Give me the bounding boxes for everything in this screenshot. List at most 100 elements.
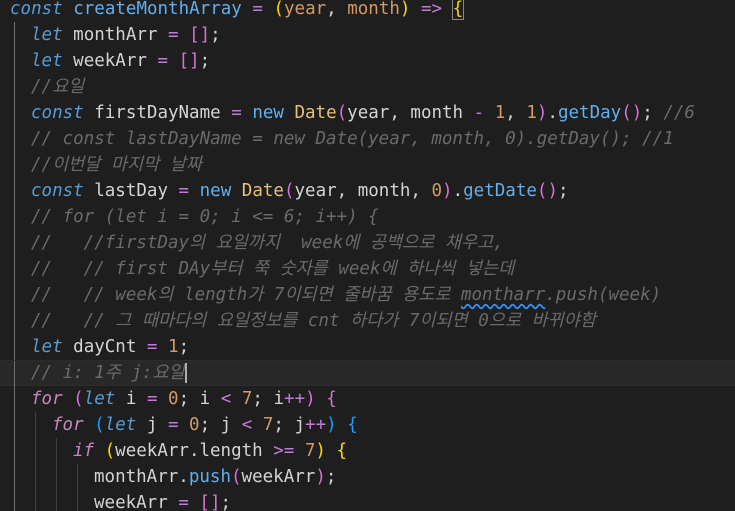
- code-token: (: [336, 103, 348, 123]
- indent-guide: [14, 308, 15, 334]
- code-token: i: [273, 389, 285, 409]
- indent-guide: [14, 178, 15, 204]
- code-line[interactable]: //요일: [0, 74, 735, 100]
- code-token: >=: [273, 441, 295, 461]
- code-line[interactable]: const lastDay = new Date(year, month, 0)…: [0, 178, 735, 204]
- code-token: ): [399, 0, 411, 19]
- code-line[interactable]: monthArr.push(weekArr);: [0, 464, 735, 490]
- code-token: =: [146, 389, 158, 409]
- code-line[interactable]: // // first DAy부터 쭉 숫자를 week에 하나씩 넣는데: [0, 256, 735, 282]
- indent-guide: [14, 22, 15, 48]
- code-token: (: [283, 181, 295, 201]
- code-token: =>: [421, 0, 443, 19]
- code-token: ;: [178, 337, 190, 357]
- code-token: =: [178, 181, 190, 201]
- code-token: ;: [199, 51, 211, 71]
- code-token: //요일: [31, 77, 85, 97]
- code-token: =: [168, 25, 179, 45]
- code-text: // i: 1주 j:요일: [31, 361, 187, 385]
- code-token: lastDay: [94, 181, 168, 201]
- indent-guide: [14, 412, 15, 438]
- code-token: ;: [252, 389, 274, 409]
- code-token: // const lastDayName = new Date(year, mo…: [31, 129, 674, 149]
- code-line[interactable]: // // week의 length가 7이되면 줄바꿈 용도로 monthar…: [0, 282, 735, 308]
- code-token: ;: [220, 493, 232, 511]
- indent-guide: [14, 152, 15, 178]
- code-line[interactable]: const createMonthArray = (year, month) =…: [0, 0, 735, 22]
- code-line[interactable]: // i: 1주 j:요일: [0, 360, 735, 387]
- code-token: {: [451, 0, 465, 20]
- indent-guide: [14, 464, 15, 490]
- indent-guide: [14, 438, 15, 464]
- code-token: monthArr: [73, 25, 158, 45]
- code-token: -: [463, 103, 495, 123]
- code-line[interactable]: // for (let i = 0; i <= 6; i++) {: [0, 204, 735, 230]
- code-line[interactable]: let weekArr = [];: [0, 48, 735, 74]
- code-text: weekArr = [];: [94, 490, 231, 511]
- code-token: ): [536, 103, 548, 123]
- code-token: getDate: [463, 181, 537, 201]
- code-token: month: [357, 181, 411, 201]
- code-line[interactable]: const firstDayName = new Date(year, mont…: [0, 100, 735, 126]
- code-token: 0: [189, 415, 200, 435]
- code-token: year: [347, 103, 390, 123]
- code-line[interactable]: let monthArr = [];: [0, 22, 735, 48]
- code-token: []: [178, 51, 200, 71]
- code-text: // // week의 length가 7이되면 줄바꿈 용도로 monthar…: [31, 282, 661, 308]
- indent-guide: [14, 204, 15, 230]
- code-token: // // first DAy부터 쭉 숫자를 week에 하나씩 넣는데: [31, 259, 515, 279]
- indent-guide: [77, 490, 78, 511]
- code-text: //이번달 마지막 날짜: [31, 152, 202, 178]
- code-token: //이번달 마지막 날짜: [31, 155, 202, 175]
- code-token: weekArr: [94, 493, 168, 511]
- indent-guide: [77, 464, 78, 490]
- code-text: for (let j = 0; j < 7; j++) {: [52, 412, 358, 438]
- code-text: if (weekArr.length >= 7) {: [73, 438, 347, 464]
- code-text: // //firstDay의 요일까지 week에 공백으로 채우고,: [31, 230, 504, 256]
- code-text: // for (let i = 0; i <= 6; i++) {: [31, 204, 379, 230]
- code-token: getDay: [557, 103, 622, 123]
- code-line[interactable]: for (let j = 0; j < 7; j++) {: [0, 412, 735, 438]
- code-line[interactable]: // const lastDayName = new Date(year, mo…: [0, 126, 735, 152]
- code-line[interactable]: for (let i = 0; i < 7; i++) {: [0, 386, 735, 412]
- indent-guide: [14, 74, 15, 100]
- code-line[interactable]: let dayCnt = 1;: [0, 334, 735, 360]
- code-token: // // 그 때마다의 요일정보를 cnt 하다가 7이되면 0으로 바뀌야함: [31, 311, 596, 331]
- code-token: <: [220, 389, 232, 409]
- code-editor[interactable]: const createMonthArray = (year, month) =…: [0, 0, 735, 511]
- indent-guide: [56, 438, 57, 464]
- code-line[interactable]: //이번달 마지막 날짜: [0, 152, 735, 178]
- code-token: {: [326, 389, 337, 409]
- code-line[interactable]: weekArr = [];: [0, 490, 735, 511]
- code-text: let monthArr = [];: [31, 22, 221, 48]
- code-text: let weekArr = [];: [31, 48, 210, 74]
- code-token: weekArr: [115, 441, 189, 461]
- code-token: .: [452, 181, 464, 201]
- code-line[interactable]: // // 그 때마다의 요일정보를 cnt 하다가 7이되면 0으로 바뀌야함: [0, 308, 735, 334]
- code-token: 0: [168, 389, 179, 409]
- code-token: ,: [326, 0, 348, 19]
- code-token: ;: [178, 389, 200, 409]
- code-line[interactable]: // //firstDay의 요일까지 week에 공백으로 채우고,: [0, 230, 735, 256]
- code-token: ): [315, 441, 326, 461]
- code-text: let dayCnt = 1;: [31, 334, 189, 360]
- code-token: monthArr: [94, 467, 179, 487]
- code-line[interactable]: if (weekArr.length >= 7) {: [0, 438, 735, 464]
